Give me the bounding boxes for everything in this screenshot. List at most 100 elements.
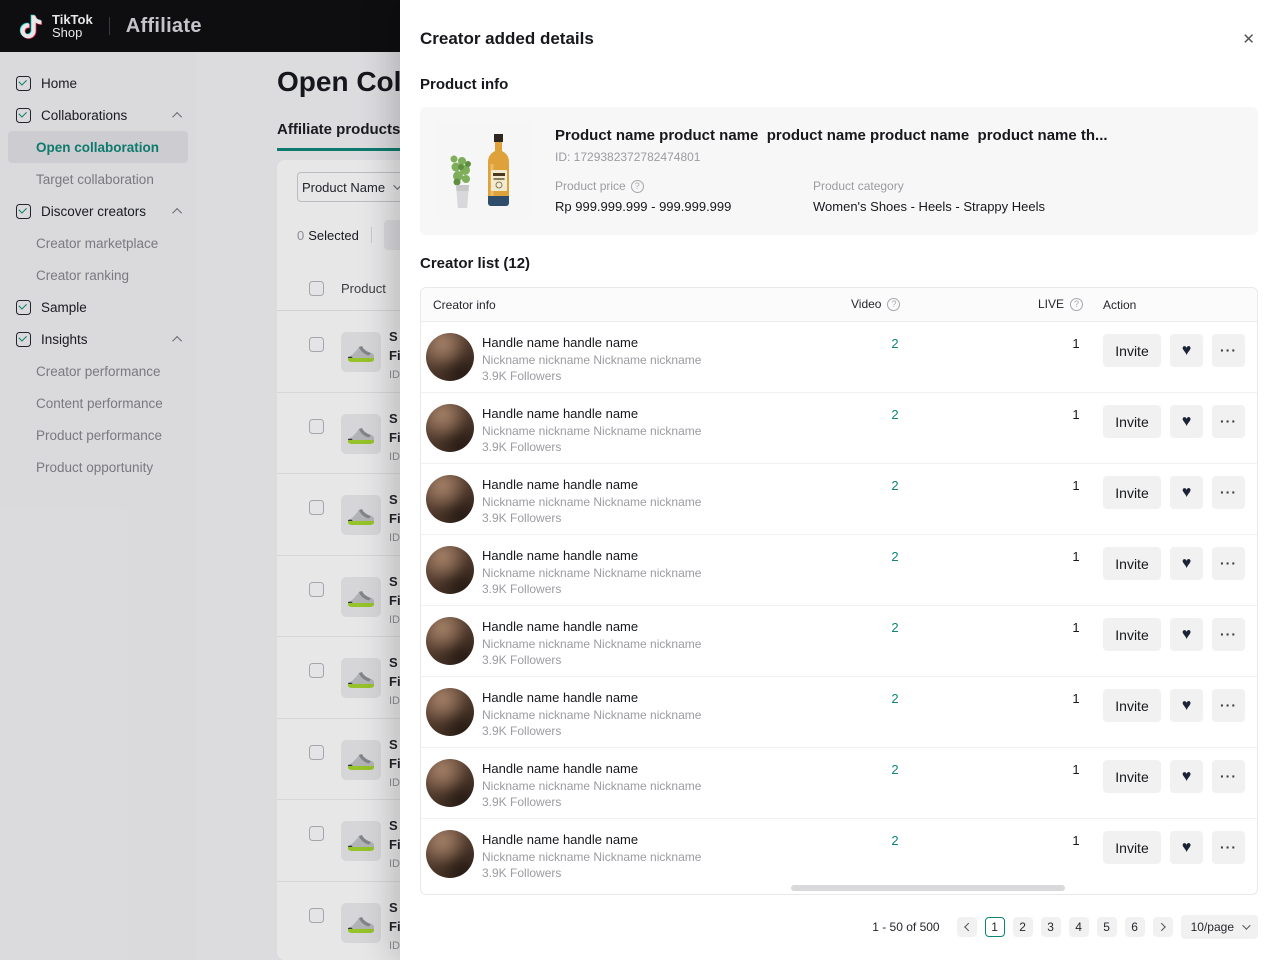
creator-followers: 3.9K Followers (482, 795, 562, 809)
page-button-3[interactable]: 3 (1040, 917, 1061, 937)
video-column-header: Video ? (851, 297, 901, 311)
creator-avatar[interactable] (426, 759, 474, 807)
creator-handle: Handle name handle name (482, 690, 639, 705)
video-count-link[interactable]: 2 (881, 478, 909, 493)
creator-avatar[interactable] (426, 546, 474, 594)
video-count-link[interactable]: 2 (881, 407, 909, 422)
creator-handle: Handle name handle name (482, 406, 639, 421)
favorite-heart-button[interactable]: ♥ (1170, 405, 1203, 438)
screen: TikTok Shop Affiliate Home Collaboration… (0, 0, 1280, 960)
more-options-button[interactable]: ··· (1212, 831, 1245, 864)
more-options-button[interactable]: ··· (1212, 760, 1245, 793)
invite-button[interactable]: Invite (1103, 476, 1161, 509)
live-count: 1 (1072, 549, 1080, 564)
creator-row: Handle name handle name Nickname nicknam… (421, 393, 1257, 464)
creator-nickname: Nickname nickname Nickname nickname (482, 566, 702, 580)
page-button-1[interactable]: 1 (984, 917, 1005, 937)
creator-followers: 3.9K Followers (482, 866, 562, 880)
more-options-button[interactable]: ··· (1212, 547, 1245, 580)
page-button-6[interactable]: 6 (1124, 917, 1145, 937)
creator-row: Handle name handle name Nickname nicknam… (421, 322, 1257, 393)
invite-button[interactable]: Invite (1103, 689, 1161, 722)
creator-avatar[interactable] (426, 688, 474, 736)
horizontal-scrollbar[interactable] (791, 885, 1065, 891)
action-column-header: Action (1103, 298, 1137, 312)
next-page-button[interactable] (1152, 917, 1173, 937)
page-button-2[interactable]: 2 (1012, 917, 1033, 937)
help-circle-icon[interactable]: ? (630, 179, 644, 193)
creator-handle: Handle name handle name (482, 832, 639, 847)
creator-nickname: Nickname nickname Nickname nickname (482, 495, 702, 509)
close-icon[interactable]: ✕ (1242, 30, 1255, 48)
invite-button[interactable]: Invite (1103, 334, 1161, 367)
favorite-heart-button[interactable]: ♥ (1170, 618, 1203, 651)
chevron-right-icon (1156, 922, 1166, 932)
invite-button[interactable]: Invite (1103, 618, 1161, 651)
favorite-heart-button[interactable]: ♥ (1170, 476, 1203, 509)
invite-button[interactable]: Invite (1103, 547, 1161, 580)
creator-avatar[interactable] (426, 475, 474, 523)
creator-handle: Handle name handle name (482, 477, 639, 492)
pagination: 1 - 50 of 500 1 2 3 4 5 6 10/page (872, 915, 1258, 939)
creator-nickname: Nickname nickname Nickname nickname (482, 779, 702, 793)
product-price-field: Product price ? Rp 999.999.999 - 999.999… (555, 179, 732, 214)
creator-avatar[interactable] (426, 617, 474, 665)
previous-page-button[interactable] (956, 917, 977, 937)
creator-nickname: Nickname nickname Nickname nickname (482, 637, 702, 651)
creator-row: Handle name handle name Nickname nicknam… (421, 819, 1257, 890)
page-button-5[interactable]: 5 (1096, 917, 1117, 937)
video-count-link[interactable]: 2 (881, 620, 909, 635)
creator-avatar[interactable] (426, 333, 474, 381)
video-count-link[interactable]: 2 (881, 762, 909, 777)
product-image (435, 122, 532, 219)
live-count: 1 (1072, 336, 1080, 351)
video-count-link[interactable]: 2 (881, 691, 909, 706)
creator-list-header: Creator info Video ? LIVE ? Action (421, 288, 1257, 322)
live-column-header: LIVE ? (1038, 297, 1084, 311)
creator-row: Handle name handle name Nickname nicknam… (421, 464, 1257, 535)
product-id: ID: 1729382372782474801 (555, 150, 701, 164)
invite-button[interactable]: Invite (1103, 760, 1161, 793)
more-options-button[interactable]: ··· (1212, 405, 1245, 438)
more-options-button[interactable]: ··· (1212, 689, 1245, 722)
product-info-card: Product name product name product name p… (420, 107, 1258, 235)
help-circle-icon[interactable]: ? (887, 297, 901, 311)
product-category-field: Product category Women's Shoes - Heels -… (813, 179, 1046, 214)
creator-followers: 3.9K Followers (482, 724, 562, 738)
video-count-link[interactable]: 2 (881, 549, 909, 564)
creator-handle: Handle name handle name (482, 548, 639, 563)
favorite-heart-button[interactable]: ♥ (1170, 547, 1203, 580)
video-count-link[interactable]: 2 (881, 336, 909, 351)
video-count-link[interactable]: 2 (881, 833, 909, 848)
invite-button[interactable]: Invite (1103, 405, 1161, 438)
creator-nickname: Nickname nickname Nickname nickname (482, 708, 702, 722)
creator-followers: 3.9K Followers (482, 369, 562, 383)
favorite-heart-button[interactable]: ♥ (1170, 831, 1203, 864)
creator-list-section-title: Creator list (12) (420, 255, 531, 272)
creator-info-column-header: Creator info (433, 298, 496, 312)
page-button-4[interactable]: 4 (1068, 917, 1089, 937)
live-count: 1 (1072, 691, 1080, 706)
page-size-dropdown[interactable]: 10/page (1180, 915, 1258, 939)
creator-row: Handle name handle name Nickname nicknam… (421, 606, 1257, 677)
live-count: 1 (1072, 478, 1080, 493)
more-options-button[interactable]: ··· (1212, 618, 1245, 651)
more-options-button[interactable]: ··· (1212, 476, 1245, 509)
more-options-button[interactable]: ··· (1212, 334, 1245, 367)
bottle-image (435, 122, 532, 219)
creator-avatar[interactable] (426, 404, 474, 452)
creator-handle: Handle name handle name (482, 335, 639, 350)
invite-button[interactable]: Invite (1103, 831, 1161, 864)
creator-row: Handle name handle name Nickname nicknam… (421, 677, 1257, 748)
favorite-heart-button[interactable]: ♥ (1170, 334, 1203, 367)
creator-followers: 3.9K Followers (482, 511, 562, 525)
live-count: 1 (1072, 833, 1080, 848)
favorite-heart-button[interactable]: ♥ (1170, 760, 1203, 793)
creator-avatar[interactable] (426, 830, 474, 878)
creator-followers: 3.9K Followers (482, 582, 562, 596)
creator-nickname: Nickname nickname Nickname nickname (482, 850, 702, 864)
live-count: 1 (1072, 407, 1080, 422)
help-circle-icon[interactable]: ? (1070, 297, 1084, 311)
favorite-heart-button[interactable]: ♥ (1170, 689, 1203, 722)
live-count: 1 (1072, 620, 1080, 635)
